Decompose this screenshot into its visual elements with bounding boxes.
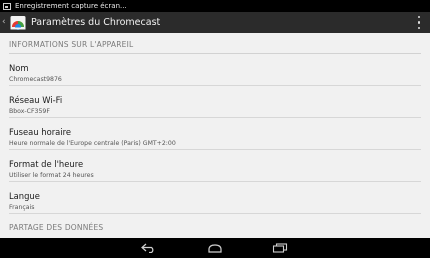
pref-wifi-network[interactable]: Réseau Wi-Fi Bbox-CF359F <box>9 86 421 118</box>
pref-summary: Français <box>9 204 35 211</box>
overflow-menu-icon[interactable] <box>417 16 421 29</box>
navigation-bar <box>0 238 430 258</box>
status-notification-text: Enregistrement capture écran... <box>15 2 127 10</box>
pref-time-format[interactable]: Format de l'heure Utiliser le format 24 … <box>9 150 421 182</box>
section-header-device-info: INFORMATIONS SUR L'APPAREIL <box>9 33 421 54</box>
pref-title: Format de l'heure <box>9 159 84 169</box>
pref-title: Nom <box>9 63 29 73</box>
status-bar: Enregistrement capture écran... <box>0 0 430 12</box>
page-title: Paramètres du Chromecast <box>31 17 161 28</box>
recent-apps-icon[interactable] <box>272 241 288 255</box>
settings-list: INFORMATIONS SUR L'APPAREIL Nom Chromeca… <box>0 33 430 238</box>
pref-summary: Chromecast9876 <box>9 76 62 83</box>
section-header-data-sharing: PARTAGE DES DONNÉES <box>9 223 104 232</box>
pref-language[interactable]: Langue Français <box>9 182 421 214</box>
back-icon[interactable] <box>141 241 157 255</box>
pref-summary: Utiliser le format 24 heures <box>9 172 94 179</box>
up-chevron-icon[interactable]: ‹ <box>2 18 7 27</box>
pref-summary: Bbox-CF359F <box>9 108 50 115</box>
action-bar: ‹ Paramètres du Chromecast <box>0 12 430 33</box>
screenshot-notification-icon <box>3 2 11 10</box>
pref-time-zone[interactable]: Fuseau horaire Heure normale de l'Europe… <box>9 118 421 150</box>
pref-name[interactable]: Nom Chromecast9876 <box>9 54 421 86</box>
chromecast-app-icon[interactable] <box>10 15 26 31</box>
pref-title: Réseau Wi-Fi <box>9 95 63 105</box>
pref-title: Langue <box>9 191 40 201</box>
pref-summary: Heure normale de l'Europe centrale (Pari… <box>9 140 176 147</box>
home-icon[interactable] <box>207 241 223 255</box>
pref-title: Fuseau horaire <box>9 127 72 137</box>
